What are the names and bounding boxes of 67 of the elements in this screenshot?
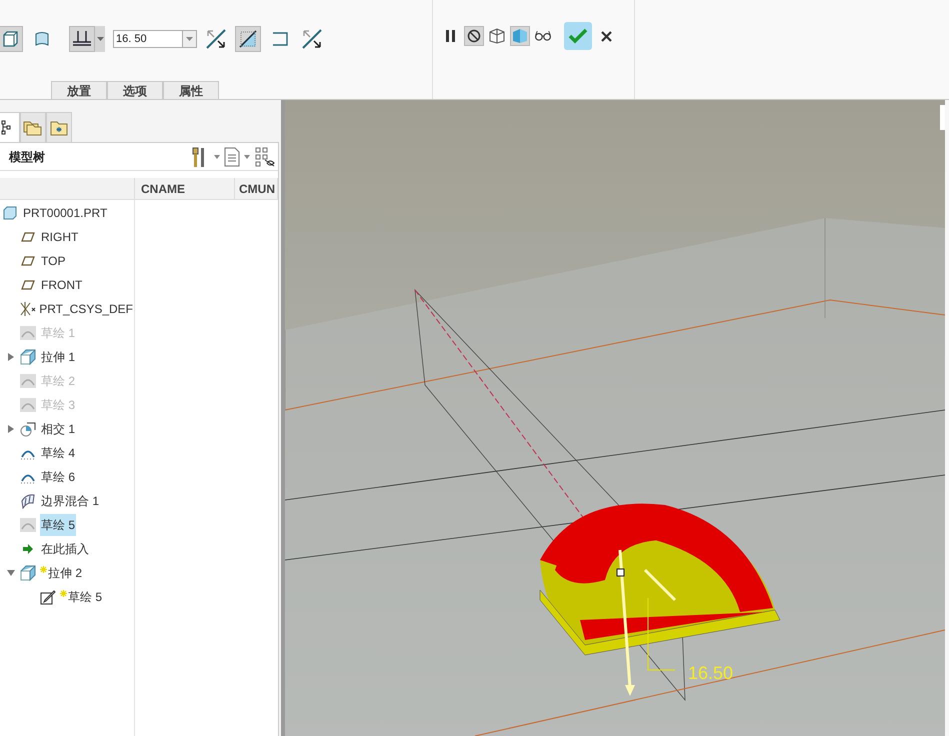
solid-icon [2,31,18,47]
tree-item[interactable]: 拉伸 1 [40,346,76,368]
sketch-icon [20,518,36,532]
tree-item[interactable]: RIGHT [40,226,80,248]
filter-tree-icon[interactable] [254,146,276,168]
new-feature-icon [40,566,47,573]
intersect-icon [20,421,36,437]
collapse-caret-icon[interactable] [7,569,15,577]
surface-icon [34,31,50,47]
pause-icon [445,29,457,43]
insert-arrow-icon [22,543,34,555]
close-icon [600,30,612,42]
list-settings-icon[interactable] [224,146,240,166]
tree-item[interactable]: 拉伸 2 [47,562,84,584]
panel-title: 模型树 [9,148,45,166]
sketch-icon [20,374,36,388]
tree-item[interactable]: PRT_CSYS_DEF [38,298,134,320]
pencil-sketch-icon [40,589,56,605]
checkmark-icon [568,28,588,44]
tree-item[interactable]: 边界混合 1 [40,490,100,512]
depth-input-field[interactable]: 16. 50 [113,30,183,48]
glasses-icon [534,29,552,43]
folder-star-icon [50,120,68,136]
preview-toggle-button[interactable] [487,26,507,46]
part-icon [3,206,17,220]
tree-item[interactable]: PRT00001.PRT [22,202,108,224]
nopreview-toggle-button[interactable] [464,26,484,46]
column-header[interactable]: CNAME [135,178,235,199]
tree-item[interactable]: TOP [40,250,66,272]
sketch-icon [20,398,36,412]
tree-item[interactable]: FRONT [40,274,84,296]
coordinate-system-icon [18,301,36,317]
caret-icon [186,37,193,41]
new-feature-icon [60,590,67,597]
ribbon-tab[interactable]: 放置 [51,81,107,99]
remove-toggle-button[interactable] [235,26,261,52]
folders-icon [23,118,43,136]
depth-toggle-button[interactable] [69,26,95,52]
ribbon-tab[interactable]: 选项 [107,81,163,99]
tree-item[interactable]: 草绘 5 [40,514,76,536]
extrude-cube-icon [20,349,36,365]
caret-icon[interactable] [244,154,250,158]
verify-toggle-button[interactable] [510,26,530,46]
flip-arrow-icon [301,28,323,50]
dropdown-caret-button[interactable] [183,30,197,48]
plane-icon [21,231,35,243]
extrude-cube-icon [20,565,36,581]
solid-toggle-button[interactable] [0,26,23,52]
expand-caret-icon[interactable] [7,353,15,361]
flip-arrow-icon [205,28,227,50]
cad-viewport-drawing[interactable] [285,100,945,736]
tree-item[interactable]: 在此插入 [40,538,90,560]
caret-icon[interactable] [95,26,105,52]
expand-caret-icon[interactable] [7,425,15,433]
plane-icon [21,255,35,267]
navigator-tab[interactable] [0,112,20,142]
ribbon-tab[interactable]: 属性 [163,81,219,99]
plane-icon [21,279,35,291]
tree-item[interactable]: 相交 1 [40,418,76,440]
tree-item[interactable]: 草绘 5 [67,586,104,608]
tree-item[interactable]: 草绘 6 [40,466,76,488]
tree-item[interactable]: 草绘 4 [40,442,76,464]
sketch-icon [20,326,36,340]
tree-structure-icon [1,120,13,136]
column-header[interactable]: CMUN [235,178,278,199]
caret-icon[interactable] [214,154,220,158]
boundary-blend-icon [20,493,36,509]
